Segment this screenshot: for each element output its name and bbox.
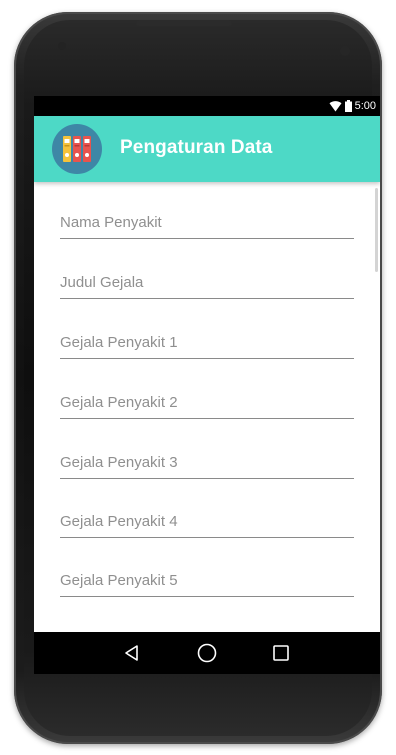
- gejala-penyakit-2-field[interactable]: [60, 382, 354, 419]
- gejala-penyakit-3-field[interactable]: [60, 442, 354, 479]
- scrollbar-thumb[interactable]: [375, 188, 378, 272]
- gejala-penyakit-5-input[interactable]: [60, 568, 354, 592]
- gejala-penyakit-4-field[interactable]: [60, 501, 354, 538]
- home-icon[interactable]: [195, 641, 219, 665]
- gejala-penyakit-3-input[interactable]: [60, 450, 354, 474]
- gejala-penyakit-1-input[interactable]: [60, 330, 354, 354]
- nama-penyakit-input[interactable]: [60, 210, 354, 234]
- gejala-penyakit-4-input[interactable]: [60, 509, 354, 533]
- status-bar: 5:00: [34, 96, 380, 116]
- status-clock: 5:00: [354, 100, 376, 112]
- navigation-bar: [34, 632, 380, 674]
- judul-gejala-field[interactable]: [60, 262, 354, 299]
- recents-icon[interactable]: [269, 641, 293, 665]
- judul-gejala-input[interactable]: [60, 270, 354, 294]
- gejala-penyakit-2-input[interactable]: [60, 390, 354, 414]
- data-form: [34, 182, 380, 632]
- proximity-sensor: [58, 42, 66, 50]
- status-icons: 5:00: [329, 99, 376, 113]
- phone-screen: 5:00 Pengaturan Data Nama Penyakit Judul…: [34, 96, 380, 674]
- wifi-icon: [329, 100, 342, 112]
- back-icon[interactable]: [120, 641, 144, 665]
- gejala-penyakit-5-field[interactable]: [60, 560, 354, 597]
- binders-icon[interactable]: [52, 124, 102, 174]
- nama-penyakit-field[interactable]: [60, 202, 354, 239]
- app-title: Pengaturan Data: [120, 137, 273, 158]
- screenshot-canvas: 5:00 Pengaturan Data Nama Penyakit Judul…: [0, 0, 396, 755]
- earpiece-speaker: [136, 20, 232, 26]
- front-camera: [340, 46, 350, 56]
- gejala-penyakit-1-field[interactable]: [60, 322, 354, 359]
- app-bar: Pengaturan Data: [34, 116, 380, 182]
- battery-icon: [344, 100, 352, 112]
